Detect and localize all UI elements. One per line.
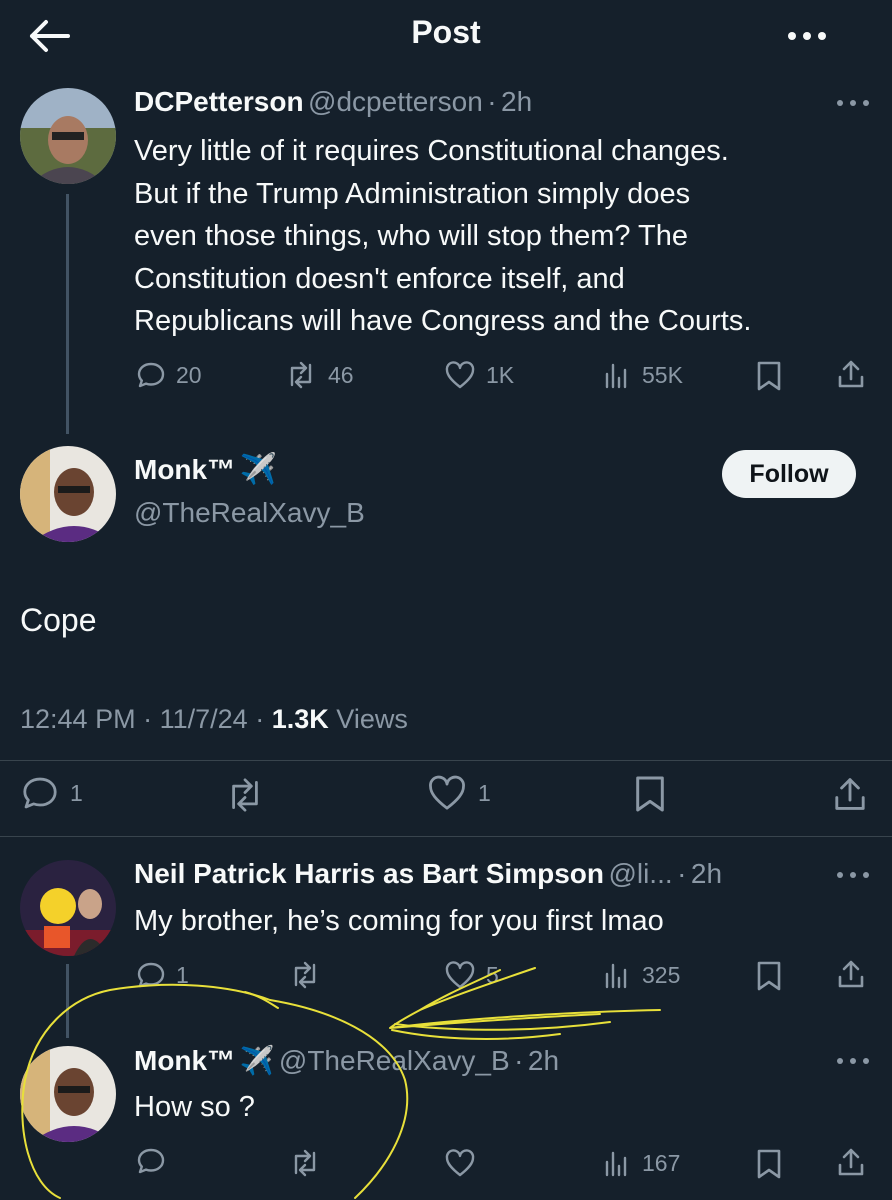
avatar[interactable] [20, 1046, 116, 1142]
tweet-time[interactable]: 2h [501, 86, 532, 117]
follow-label: Follow [749, 459, 829, 488]
avatar[interactable] [20, 860, 116, 956]
like-button[interactable]: 1 [426, 774, 491, 812]
like-count: 1 [478, 779, 491, 806]
repost-button[interactable]: 46 [284, 356, 354, 394]
follow-button[interactable]: Follow [722, 450, 856, 498]
reply-button[interactable]: 1 [20, 774, 83, 812]
tweet-time[interactable]: 12:44 PM [20, 704, 136, 734]
tweet-text: Very little of it requires Constitutiona… [134, 130, 874, 343]
heart-icon[interactable] [444, 1148, 476, 1178]
thread-line [66, 964, 69, 1038]
separator: · [143, 704, 153, 734]
views-count: 325 [642, 961, 681, 988]
separator: · [487, 86, 497, 117]
tweet-text-line: Republicans will have Congress and the C… [134, 305, 752, 337]
views-count: 1.3K [271, 704, 329, 734]
reply-count: 1 [176, 961, 189, 988]
reply-icon [136, 960, 166, 990]
separator: · [255, 704, 265, 734]
bookmark-icon[interactable] [756, 1148, 782, 1180]
heart-icon [444, 960, 476, 990]
page-title: Post [411, 14, 481, 50]
like-button[interactable]: 5 [444, 956, 499, 994]
share-icon[interactable] [836, 958, 866, 990]
heart-icon [426, 774, 468, 812]
reply-icon [20, 774, 60, 812]
author-handle[interactable]: @TheRealXavy_B [134, 497, 365, 529]
tweet-time[interactable]: 2h [691, 858, 722, 889]
bookmark-icon[interactable] [756, 960, 782, 992]
reply-button[interactable]: 20 [136, 356, 202, 394]
repost-icon[interactable] [288, 1148, 322, 1178]
author-handle[interactable]: @li... [608, 858, 672, 889]
tweet-text: How so ? [134, 1091, 255, 1123]
tweet-time[interactable]: 2h [528, 1045, 559, 1076]
views-icon [602, 960, 632, 990]
tweet-meta: 12:44 PM · 11/7/24 · 1.3K Views [20, 704, 408, 735]
tweet-text-line: even those things, who will stop them? T… [134, 220, 689, 252]
thread-line [66, 194, 69, 434]
tweet-text-line: But if the Trump Administration simply d… [134, 177, 691, 210]
more-options-icon[interactable] [834, 96, 872, 110]
reply-icon[interactable] [136, 1146, 166, 1176]
author-name[interactable]: DCPetterson [134, 86, 304, 117]
views-icon [602, 360, 632, 390]
author-handle[interactable]: @TheRealXavy_B [279, 1045, 510, 1076]
views-count: 167 [642, 1149, 681, 1176]
divider [0, 760, 892, 761]
views-button[interactable]: 325 [602, 956, 680, 994]
tweet-author-row: Monk™ ✈️ @TheRealXavy_B · 2h [134, 1044, 834, 1077]
like-count: 1K [486, 361, 515, 388]
separator: · [514, 1045, 524, 1076]
views-label: Views [336, 704, 408, 734]
author-name[interactable]: Neil Patrick Harris as Bart Simpson [134, 858, 604, 889]
separator: · [677, 858, 687, 889]
repost-count: 46 [328, 361, 354, 388]
repost-icon [284, 360, 318, 390]
share-icon[interactable] [836, 1146, 866, 1178]
reply-count: 1 [70, 779, 83, 806]
repost-icon[interactable] [288, 960, 322, 990]
views-icon [602, 1148, 632, 1178]
like-button[interactable]: 1K [444, 356, 514, 394]
bookmark-icon[interactable] [634, 774, 666, 814]
tweet-author-row: DCPetterson @dcpetterson · 2h [134, 86, 834, 118]
share-icon[interactable] [832, 774, 868, 814]
more-options-icon[interactable] [834, 868, 872, 882]
reply-icon [136, 360, 166, 390]
like-count: 5 [486, 961, 499, 988]
heart-icon [444, 360, 476, 390]
tweet-author-row: Neil Patrick Harris as Bart Simpson @li.… [134, 858, 834, 890]
tweet-date[interactable]: 11/7/24 [160, 704, 248, 734]
tweet-text: My brother, he’s coming for you first lm… [134, 905, 664, 937]
avatar[interactable] [20, 446, 116, 542]
tweet-text: Cope [20, 602, 97, 638]
views-count: 55K [642, 361, 683, 388]
share-icon[interactable] [836, 358, 866, 390]
author-name[interactable]: Monk™ [134, 1045, 235, 1076]
views-button[interactable]: 167 [602, 1144, 680, 1182]
top-bar: Post [0, 0, 892, 72]
more-options-icon[interactable] [834, 1054, 872, 1068]
author-name[interactable]: Monk™ [134, 454, 235, 485]
divider [0, 836, 892, 837]
author-handle[interactable]: @dcpetterson [308, 86, 483, 117]
avatar[interactable] [20, 88, 116, 184]
tweet-author-block: Monk™ ✈️ @TheRealXavy_B [134, 452, 365, 529]
tweet-text-line: Very little of it requires Constitutiona… [134, 135, 729, 167]
reply-button[interactable]: 1 [136, 956, 189, 994]
annotation-stroke [244, 991, 279, 1009]
more-options-icon[interactable] [784, 22, 830, 50]
reply-count: 20 [176, 361, 202, 388]
bookmark-icon[interactable] [756, 360, 782, 392]
airplane-emoji-icon: ✈️ [239, 1045, 275, 1076]
repost-icon[interactable] [222, 776, 268, 814]
tweet-text-line: Constitution doesn't enforce itself, and [134, 262, 625, 295]
airplane-emoji-icon: ✈️ [239, 453, 277, 486]
views-button[interactable]: 55K [602, 356, 683, 394]
